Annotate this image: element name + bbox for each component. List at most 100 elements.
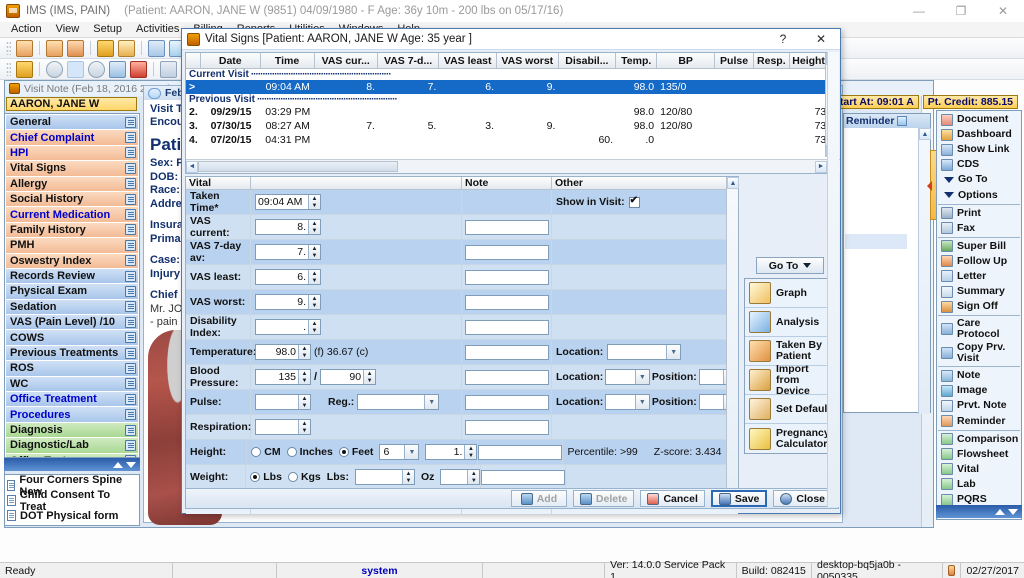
- height-feet-select[interactable]: 6 ▼: [379, 444, 420, 460]
- pulse-note-input[interactable]: [464, 394, 549, 410]
- section-document-icon[interactable]: [125, 209, 136, 221]
- reminder-scrollbar[interactable]: ▲: [918, 128, 931, 414]
- vas-worst-spin-buttons[interactable]: ▲ ▼: [308, 295, 320, 309]
- toolbar-grip[interactable]: [6, 41, 11, 55]
- back-circle-icon[interactable]: [46, 60, 63, 78]
- pulse-location-select[interactable]: ▼: [605, 394, 650, 410]
- grid-scroll-right-icon[interactable]: ►: [815, 160, 827, 173]
- action-pregnancy-calculator-button[interactable]: Pregnancy Calculator: [745, 424, 835, 453]
- action-button-list[interactable]: Graph Analysis Taken By Patient Import from…: [744, 278, 836, 454]
- table-row[interactable]: 2.09/29/1503:29 PM98.0120/8073.0: [186, 105, 838, 119]
- side-menu-item-show-link[interactable]: Show Link: [938, 142, 1020, 157]
- grid-horizontal-scrollbar[interactable]: ◄ ►: [186, 159, 840, 173]
- side-menu-item-flowsheet[interactable]: Flowsheet: [938, 447, 1020, 462]
- vas-worst-note-input[interactable]: [464, 294, 549, 310]
- respiration-input[interactable]: [256, 420, 298, 434]
- forward-circle-icon[interactable]: [88, 60, 105, 78]
- add-patient-icon[interactable]: [46, 39, 63, 57]
- grid-column-header[interactable]: VAS cur...: [315, 53, 378, 69]
- section-document-icon[interactable]: [125, 332, 136, 344]
- menu-item-setup[interactable]: Setup: [86, 22, 129, 37]
- search-record-icon[interactable]: [148, 39, 165, 57]
- action-graph-button[interactable]: Graph: [745, 279, 835, 308]
- side-menu-item-follow-up[interactable]: Follow Up: [938, 254, 1020, 269]
- disability-index-note-input[interactable]: [464, 319, 549, 335]
- side-menu-item-super-bill[interactable]: Super Bill: [938, 239, 1020, 254]
- grid-column-header[interactable]: VAS 7-d...: [378, 53, 440, 69]
- height-inches-input[interactable]: [426, 445, 465, 459]
- temperature-note-input[interactable]: [464, 344, 549, 360]
- toolbar-grip[interactable]: [6, 62, 11, 76]
- menu-item-activities[interactable]: Activities: [129, 22, 186, 37]
- table-row[interactable]: >09:04 AM 8. 7. 6. 9. 98.0 135/0: [186, 80, 838, 94]
- section-document-icon[interactable]: [125, 347, 136, 359]
- weight-note-input[interactable]: [481, 469, 566, 485]
- close-icon[interactable]: ✕: [982, 0, 1024, 22]
- forms-list[interactable]: Four Corners Spine New Child Consent To T…: [4, 474, 140, 526]
- heart-icon[interactable]: [130, 60, 147, 78]
- add-button[interactable]: Add: [510, 490, 567, 507]
- systolic-input[interactable]: [256, 370, 298, 384]
- height-inches-spinner[interactable]: ▲▼: [425, 444, 478, 460]
- vas-current-spinner[interactable]: ▲▼: [255, 219, 321, 235]
- action-import-from-device-button[interactable]: Import from Device: [745, 363, 835, 396]
- section-document-icon[interactable]: [125, 147, 136, 159]
- section-document-icon[interactable]: [125, 178, 136, 190]
- section-document-icon[interactable]: [125, 409, 136, 421]
- side-menu-item-go-to[interactable]: Go To: [938, 172, 1020, 187]
- grid-column-header[interactable]: Time: [261, 53, 315, 69]
- section-document-icon[interactable]: [125, 424, 136, 436]
- reminder-expand-icon[interactable]: [897, 116, 908, 126]
- section-document-icon[interactable]: [125, 193, 136, 205]
- show-in-visit-checkbox[interactable]: [628, 195, 640, 208]
- sidebar-item-current-medication[interactable]: Current Medication: [6, 207, 138, 223]
- temperature-input[interactable]: [256, 345, 298, 359]
- vas-current-input[interactable]: [256, 220, 308, 234]
- side-menu-scroll-controls[interactable]: [936, 505, 1022, 518]
- systolic-spinner[interactable]: ▲▼: [255, 369, 311, 385]
- grid-scroll-left-icon[interactable]: ◄: [186, 160, 198, 173]
- side-menu-item-reminder[interactable]: Reminder: [938, 414, 1020, 429]
- diastolic-spin-buttons[interactable]: ▲ ▼: [363, 370, 376, 384]
- temperature-spin-buttons[interactable]: ▲ ▼: [298, 345, 310, 359]
- vas-7day-input[interactable]: [256, 245, 308, 259]
- side-menu-item-image[interactable]: Image: [938, 383, 1020, 398]
- table-row[interactable]: 4.07/20/1504:31 PM60..073.0: [186, 133, 838, 147]
- nav-scroll-controls[interactable]: [4, 458, 140, 471]
- sidebar-item-chief-complaint[interactable]: Chief Complaint: [6, 130, 138, 146]
- verify-patient-icon[interactable]: [67, 39, 84, 57]
- sidebar-item-vital-signs[interactable]: Vital Signs: [6, 161, 138, 177]
- action-analysis-button[interactable]: Analysis: [745, 308, 835, 337]
- sidebar-item-wc[interactable]: WC: [6, 376, 138, 393]
- grid-column-header[interactable]: Resp.: [754, 53, 790, 69]
- first-record-icon[interactable]: [160, 60, 177, 78]
- sidebar-item-oswestry-index[interactable]: Oswestry Index: [6, 253, 138, 269]
- edit-visit-note-icon[interactable]: [67, 60, 84, 78]
- temperature-location-select[interactable]: ▼: [607, 344, 682, 360]
- sidebar-item-previous-treatments[interactable]: Previous Treatments: [6, 345, 138, 362]
- taken-time-spin-buttons[interactable]: ▲ ▼: [308, 195, 320, 209]
- disability-index-spinner[interactable]: ▲▼: [255, 319, 321, 335]
- table-row[interactable]: 3.07/30/1508:27 AM7.5.3.9.98.0120/8073.0: [186, 119, 838, 133]
- visit-note-section-list[interactable]: General Chief Complaint HPI Vital Signs Alle…: [4, 113, 140, 458]
- side-menu-item-care-protocol[interactable]: Care Protocol: [938, 317, 1020, 341]
- sidebar-item-ros[interactable]: ROS: [6, 361, 138, 377]
- side-menu-item-note[interactable]: Note: [938, 368, 1020, 383]
- section-document-icon[interactable]: [125, 224, 136, 236]
- side-scroll-down-icon[interactable]: [1008, 508, 1018, 515]
- section-document-icon[interactable]: [125, 393, 136, 405]
- sidebar-item-procedures[interactable]: Procedures: [6, 407, 138, 423]
- section-document-icon[interactable]: [125, 162, 136, 174]
- vas-least-note-input[interactable]: [464, 269, 549, 285]
- save-button[interactable]: Save: [710, 490, 768, 507]
- edit-note-icon[interactable]: [118, 39, 135, 57]
- grid-column-header[interactable]: Temp.: [616, 53, 658, 69]
- height-inches-spin-buttons[interactable]: ▲ ▼: [464, 445, 477, 459]
- grid-column-header[interactable]: Pulse: [715, 53, 755, 69]
- side-menu-item-document[interactable]: Document: [938, 112, 1020, 127]
- form-vertical-scrollbar[interactable]: ▲ ▼: [726, 177, 739, 505]
- height-unit-inches-radio[interactable]: Inches: [286, 446, 333, 458]
- chevron-down-icon[interactable]: ▼: [404, 445, 419, 459]
- side-menu-item-sign-off[interactable]: Sign Off: [938, 299, 1020, 314]
- section-document-icon[interactable]: [125, 255, 136, 267]
